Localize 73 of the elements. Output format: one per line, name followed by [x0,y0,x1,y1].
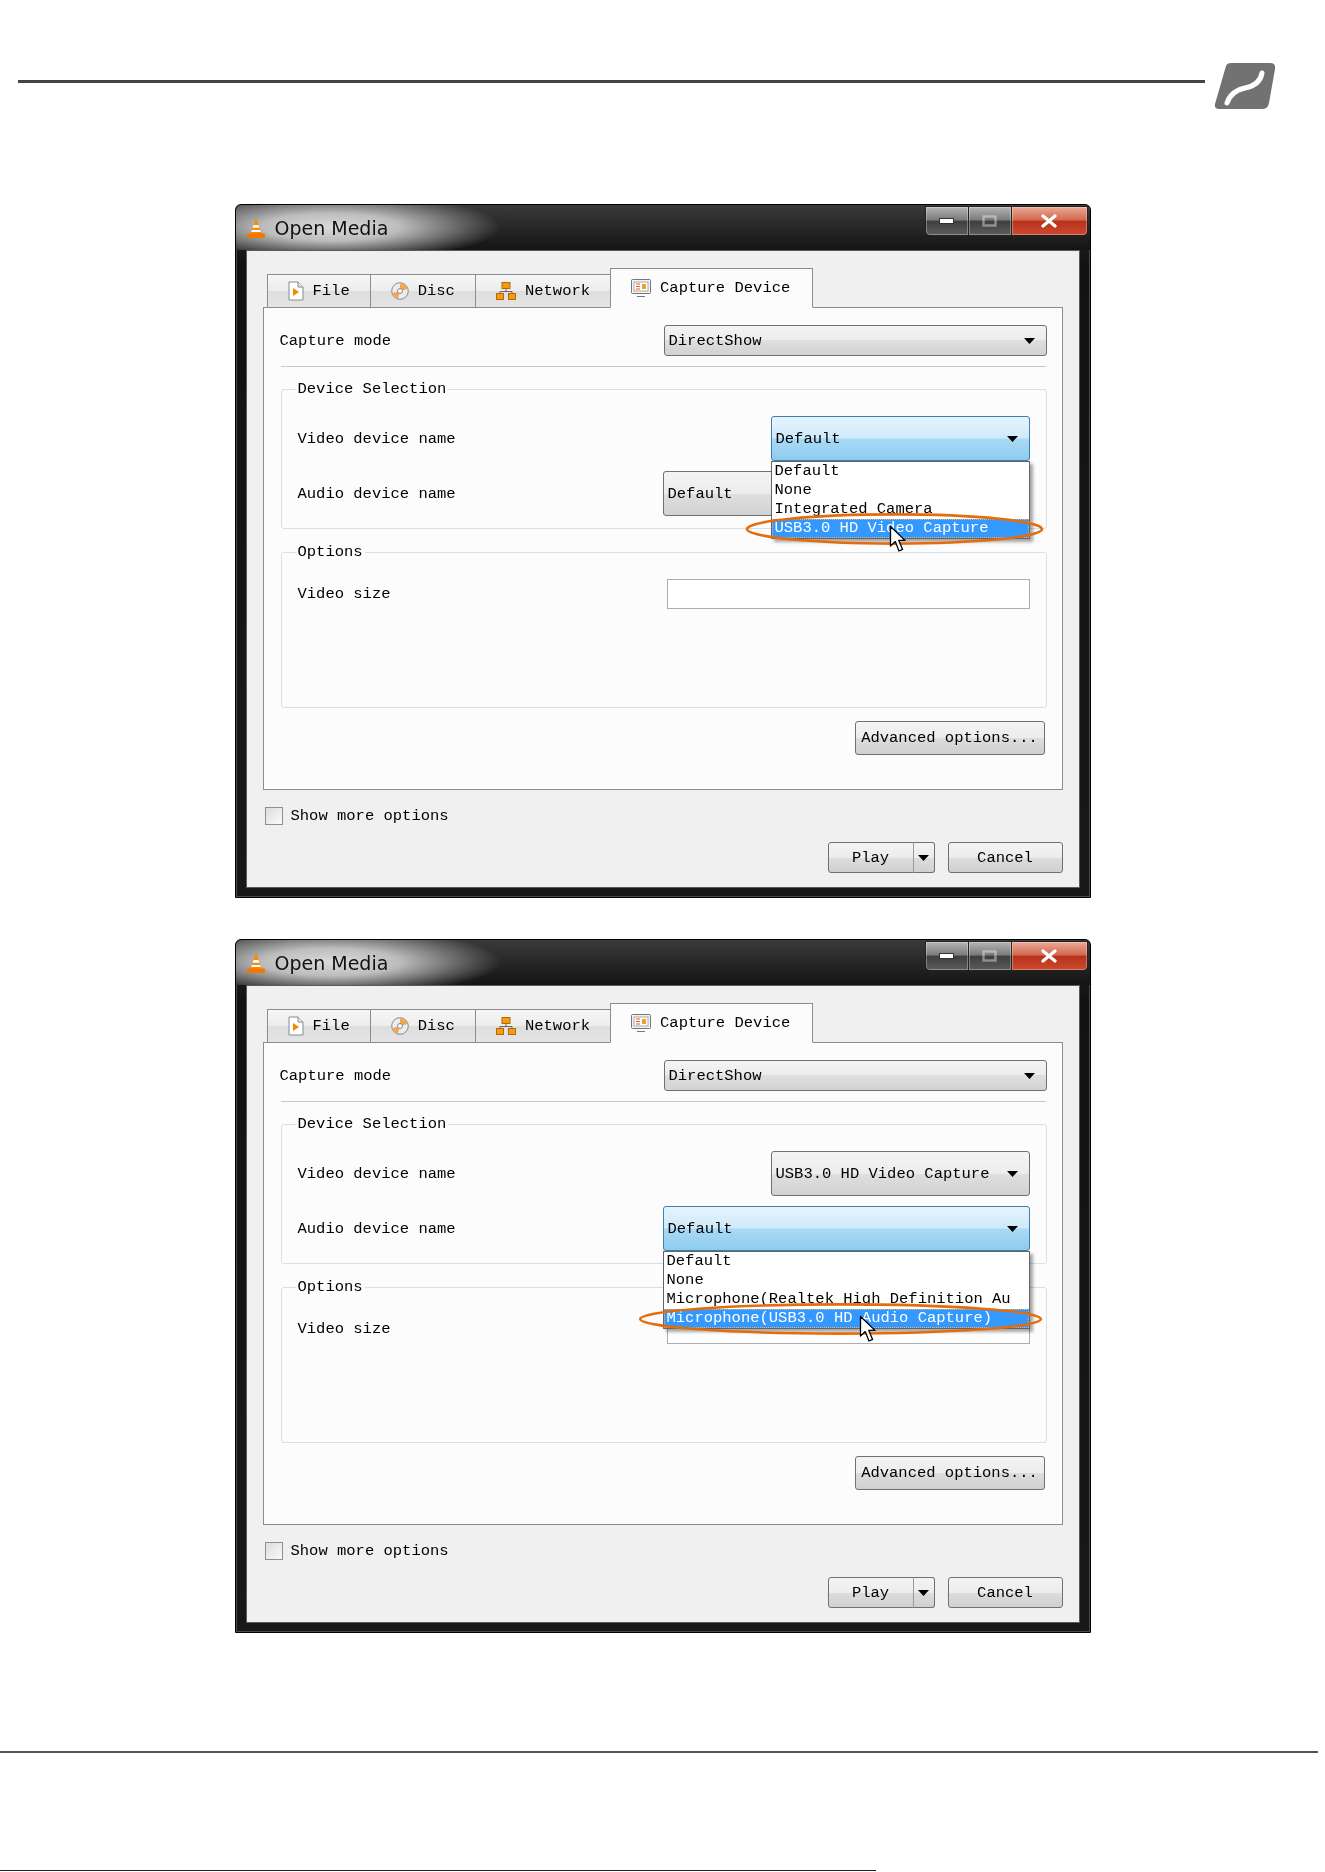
dropdown-option[interactable]: Default [663,1252,1029,1271]
group-title: Options [296,1278,364,1297]
field-label: Video size [297,1320,391,1338]
field-label: Video device name [297,429,456,448]
checkbox-label[interactable]: Show more options [290,1542,449,1560]
play-button[interactable]: Play [827,842,914,873]
maximize-icon [982,950,997,962]
play-menu-button[interactable] [912,1577,935,1608]
logo-icon [1212,62,1278,110]
tab[interactable]: File [266,274,371,308]
caret-icon [1023,337,1035,344]
cancel-button[interactable]: Cancel [947,1577,1063,1608]
close-button[interactable] [1011,941,1088,971]
caret-icon [1006,435,1018,442]
document-icon [287,281,304,301]
cancel-button[interactable]: Cancel [947,842,1063,873]
group-title: Device Selection [296,380,448,399]
capture-mode-dropdown[interactable]: DirectShow [663,325,1047,356]
caret-icon [918,854,929,861]
dropdown-option[interactable]: Default [771,462,1029,481]
network-icon [495,1017,516,1035]
tab[interactable]: Capture Device [610,1003,814,1043]
minimize-icon [939,953,954,959]
checkbox[interactable] [264,1542,283,1560]
play-menu-button[interactable] [912,842,935,873]
checkbox-label[interactable]: Show more options [290,807,449,825]
traffic-cone-icon [245,216,266,239]
tab[interactable]: File [266,1009,371,1043]
advanced-options-button[interactable]: Advanced options... [854,1456,1045,1490]
tab[interactable]: Disc [369,274,476,308]
maximize-icon [982,215,997,227]
dropdown-option[interactable]: None [771,481,1029,500]
document-icon [287,1016,304,1036]
window-title: Open Media [274,216,389,239]
video-device-dropdown[interactable]: Default [770,416,1030,461]
video-size-field[interactable] [666,579,1030,609]
field-label: Capture mode [279,331,392,350]
tab[interactable]: Network [474,274,612,308]
video-device-dropdown[interactable]: USB3.0 HD Video Capture [770,1151,1030,1196]
window-title: Open Media [274,951,389,974]
field-label: Audio device name [297,1219,456,1238]
play-button[interactable]: Play [827,1577,914,1608]
field-label: Audio device name [297,484,456,503]
caret-icon [1006,1170,1018,1177]
group-title: Options [296,543,364,562]
advanced-options-button[interactable]: Advanced options... [854,721,1045,755]
minimize-button[interactable] [924,206,969,236]
close-icon [1041,214,1057,228]
tab[interactable]: Network [474,1009,612,1043]
caret-icon [918,1589,929,1596]
field-label: Video device name [297,1164,456,1183]
audio-device-dropdown[interactable]: Default [662,1206,1030,1251]
dropdown-option[interactable]: Integrated Camera [771,500,1029,519]
dropdown-option[interactable]: None [663,1271,1029,1290]
checkbox[interactable] [264,807,283,825]
close-button[interactable] [1011,206,1088,236]
field-label: Capture mode [279,1066,392,1085]
tab[interactable]: Capture Device [610,268,814,308]
traffic-cone-icon [245,951,266,974]
caret-icon [1006,1225,1018,1232]
tab[interactable]: Disc [369,1009,476,1043]
caret-icon [1023,1072,1035,1079]
disc-icon [390,282,409,300]
monitor-icon [631,1014,652,1032]
group-title: Device Selection [296,1115,448,1134]
capture-mode-dropdown[interactable]: DirectShow [663,1060,1047,1091]
network-icon [495,282,516,300]
close-icon [1041,949,1057,963]
minimize-button[interactable] [924,941,969,971]
disc-icon [390,1017,409,1035]
minimize-icon [939,218,954,224]
field-label: Video size [297,585,391,603]
monitor-icon [631,279,652,297]
